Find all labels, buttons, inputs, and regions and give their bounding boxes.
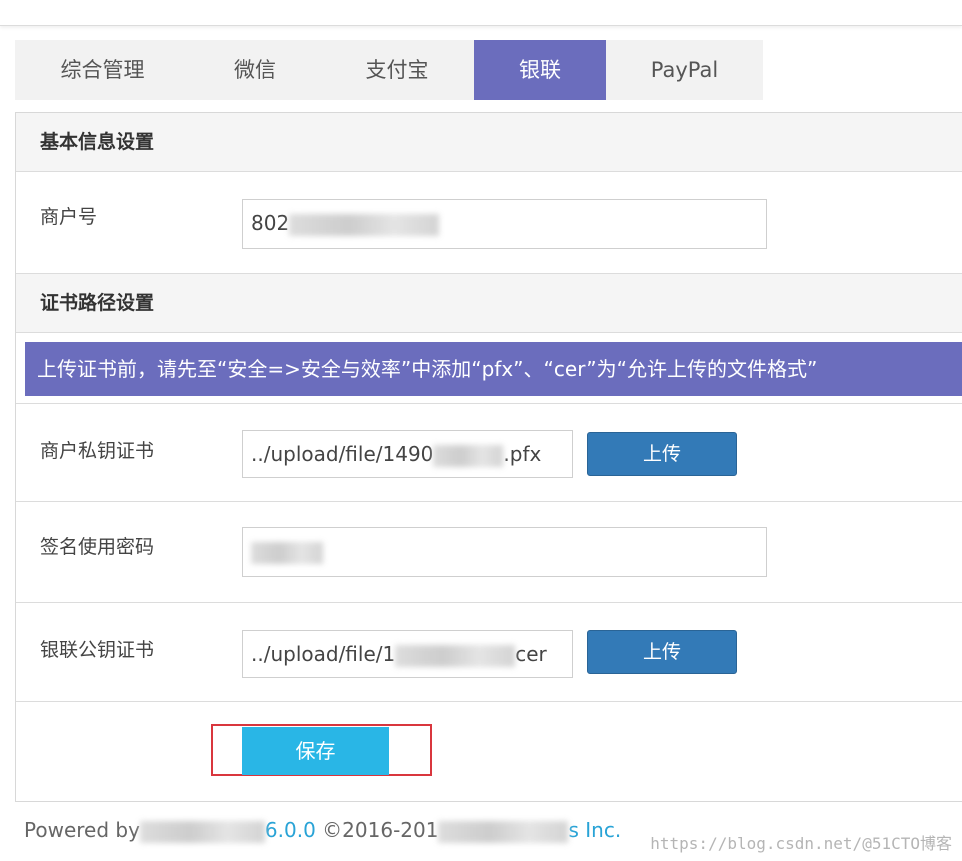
merchant-id-label: 商户号: [40, 206, 98, 228]
merchant-id-input[interactable]: 802: [242, 199, 767, 249]
merchant-id-row: 商户号 802: [16, 172, 962, 274]
tab-general[interactable]: 综合管理: [15, 40, 190, 100]
redacted-mask: [139, 820, 265, 843]
cert-path-heading: 证书路径设置: [16, 274, 962, 333]
redacted-mask: [433, 444, 504, 467]
private-cert-path-input[interactable]: ../upload/file/1490 .pfx: [242, 430, 573, 478]
redacted-mask: [395, 644, 516, 667]
powered-by-text: Powered by: [24, 818, 140, 842]
sign-password-row: 签名使用密码: [16, 502, 962, 603]
version-link[interactable]: 6.0.0: [265, 818, 316, 842]
private-cert-path-suffix: .pfx: [503, 442, 542, 466]
basic-info-heading: 基本信息设置: [16, 113, 962, 172]
public-cert-label: 银联公钥证书: [40, 639, 155, 661]
public-cert-path-prefix: ../upload/file/1: [251, 642, 396, 666]
public-cert-upload-button[interactable]: 上传: [587, 630, 737, 674]
private-cert-label: 商户私钥证书: [40, 440, 155, 462]
tab-paypal[interactable]: PayPal: [606, 40, 763, 100]
save-button[interactable]: 保存: [242, 727, 389, 775]
top-bar: [0, 0, 962, 26]
watermark: https://blog.csdn.net/@51CTO博客: [650, 834, 952, 853]
public-cert-row: 银联公钥证书 ../upload/file/1 cer 上传: [16, 603, 962, 702]
private-cert-upload-button[interactable]: 上传: [587, 432, 737, 476]
tab-alipay[interactable]: 支付宝: [320, 40, 474, 100]
public-cert-path-suffix: cer: [515, 642, 547, 666]
tab-unionpay[interactable]: 银联: [474, 40, 606, 100]
tab-bar: 综合管理 微信 支付宝 银联 PayPal: [15, 40, 763, 100]
redacted-mask: [289, 213, 440, 236]
private-cert-path-prefix: ../upload/file/1490: [251, 442, 434, 466]
sign-password-input[interactable]: [242, 527, 767, 577]
private-cert-row: 商户私钥证书 ../upload/file/1490 .pfx 上传: [16, 403, 962, 502]
copyright-text: ©2016-201: [322, 818, 439, 842]
company-link[interactable]: s Inc.: [568, 818, 621, 842]
tab-wechat[interactable]: 微信: [190, 40, 320, 100]
merchant-id-value: 802: [251, 211, 290, 235]
redacted-mask: [251, 541, 323, 564]
public-cert-path-input[interactable]: ../upload/file/1 cer: [242, 630, 573, 678]
settings-panel: 基本信息设置 商户号 802 证书路径设置 上传证书前，请先至“安全=>安全与效…: [15, 112, 962, 802]
redacted-mask: [438, 820, 569, 843]
upload-notice-banner: 上传证书前，请先至“安全=>安全与效率”中添加“pfx”、“cer”为“允许上传…: [25, 342, 962, 396]
footer: Powered by 6.0.0 ©2016-201 s Inc.: [24, 818, 621, 843]
sign-password-label: 签名使用密码: [40, 536, 155, 558]
